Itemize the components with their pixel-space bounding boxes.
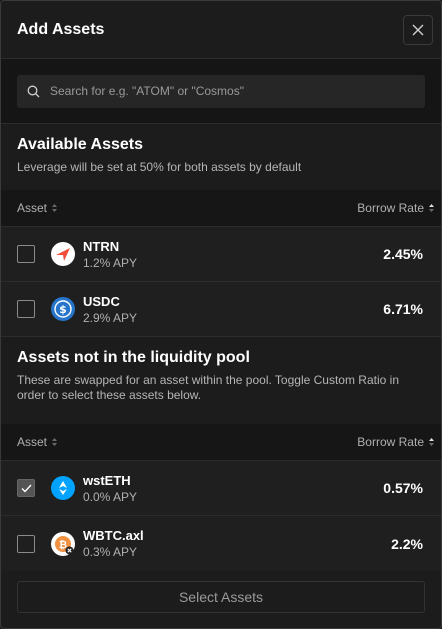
asset-info: wstETH 0.0% APY [83, 473, 383, 504]
not-in-pool-title: Assets not in the liquidity pool [17, 349, 250, 366]
asset-name: WBTC.axl [83, 528, 144, 543]
asset-row-usdc[interactable]: $ USDC 2.9% APY 6.71% [1, 282, 441, 337]
search-input[interactable] [48, 83, 415, 99]
borrow-rate-column-header[interactable]: Borrow Rate [357, 435, 435, 449]
wbtc-icon: ₿ [51, 531, 75, 556]
borrow-rate: 2.45% [383, 246, 423, 262]
asset-info: USDC 2.9% APY [83, 294, 383, 325]
search-icon [27, 85, 40, 97]
asset-apy: 1.2% APY [83, 255, 138, 270]
add-assets-modal: Add Assets Available Assets Leverage wil… [0, 0, 442, 629]
close-icon [412, 24, 424, 35]
wsteth-icon [51, 476, 75, 500]
modal-header: Add Assets [1, 1, 441, 59]
asset-name: USDC [83, 293, 120, 309]
sort-asc-icon [429, 204, 434, 212]
search-section [1, 59, 441, 124]
asset-apy: 0.3% APY [83, 545, 138, 559]
asset-checkbox[interactable] [17, 534, 35, 553]
asset-apy: 0.0% APY [83, 489, 138, 504]
not-in-pool-subtitle: These are swapped for an asset within th… [17, 373, 399, 402]
borrow-rate: 0.57% [383, 480, 423, 496]
asset-name: wstETH [83, 472, 131, 488]
available-assets-title: Available Assets [17, 136, 143, 153]
sort-icon [52, 438, 58, 446]
svg-text:$: $ [59, 303, 67, 316]
not-in-pool-section: Assets not in the liquidity pool These a… [1, 337, 441, 424]
asset-row-wsteth[interactable]: wstETH 0.0% APY 0.57% [1, 461, 441, 516]
search-box[interactable] [17, 74, 425, 108]
asset-info: NTRN 1.2% APY [83, 239, 383, 270]
asset-checkbox[interactable] [17, 479, 35, 497]
ntrn-icon [51, 242, 75, 266]
borrow-rate: 2.2% [391, 535, 423, 552]
select-assets-button[interactable]: Select Assets [17, 581, 425, 613]
asset-info: WBTC.axl 0.3% APY [83, 528, 391, 559]
asset-checkbox[interactable] [17, 300, 35, 318]
asset-checkbox[interactable] [17, 245, 35, 263]
asset-apy: 2.9% APY [83, 310, 138, 325]
sort-icon [52, 204, 58, 212]
usdc-icon: $ [51, 297, 75, 321]
asset-column-header[interactable]: Asset [17, 435, 58, 449]
modal-title: Add Assets [17, 20, 105, 38]
asset-row-ntrn[interactable]: NTRN 1.2% APY 2.45% [1, 227, 441, 282]
sort-asc-icon [429, 438, 434, 446]
available-assets-subtitle: Leverage will be set at 50% for both ass… [17, 160, 302, 174]
borrow-rate: 6.71% [383, 301, 423, 317]
asset-name: NTRN [83, 238, 120, 254]
borrow-rate-column-header[interactable]: Borrow Rate [357, 201, 435, 215]
asset-column-header[interactable]: Asset [17, 201, 58, 215]
close-button[interactable] [403, 14, 433, 45]
not-in-pool-table-header: Asset Borrow Rate [1, 424, 441, 461]
asset-row-wbtc[interactable]: ₿ WBTC.axl 0.3% APY 2.2% [1, 516, 441, 571]
available-table-header: Asset Borrow Rate [1, 190, 441, 227]
available-assets-section: Available Assets Leverage will be set at… [1, 124, 441, 190]
check-icon [21, 484, 32, 493]
